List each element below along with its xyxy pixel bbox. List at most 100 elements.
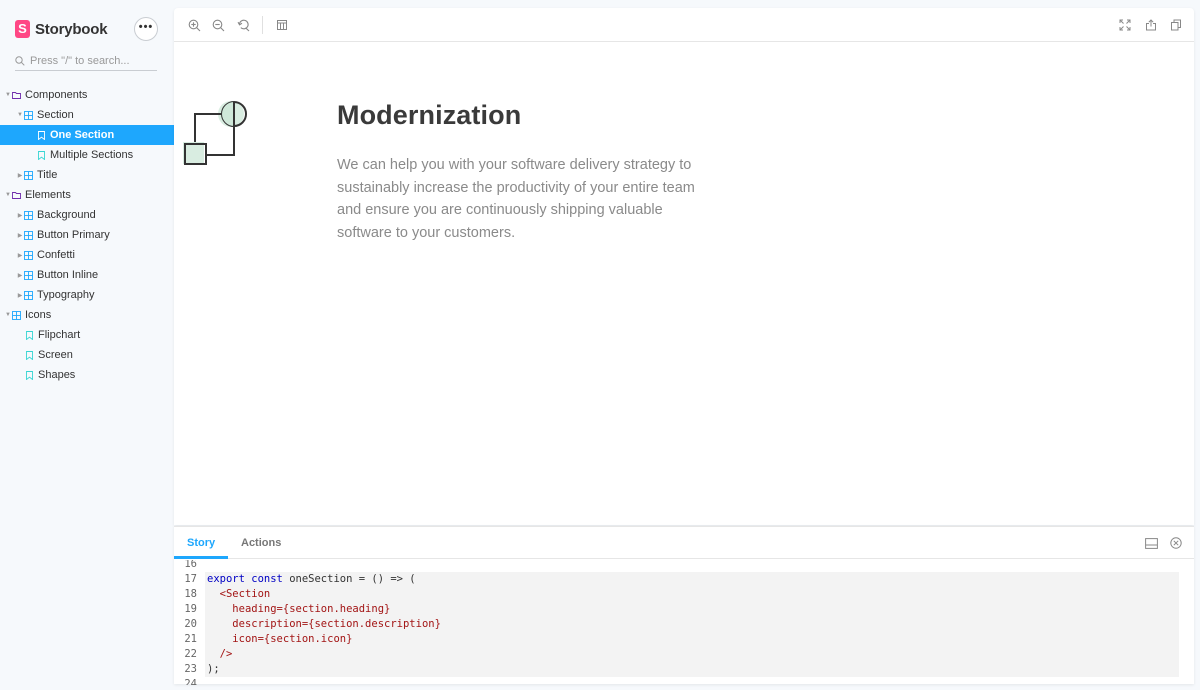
tree-label: One Section	[50, 129, 115, 141]
tree-label: Typography	[37, 289, 95, 301]
tree-story-shapes[interactable]: Shapes	[0, 365, 174, 385]
tab-actions[interactable]: Actions	[228, 527, 294, 559]
search-box[interactable]	[15, 52, 157, 71]
zoom-in-icon[interactable]	[186, 17, 202, 33]
code-line: 21 icon={section.icon}	[174, 632, 441, 647]
line-number: 20	[184, 618, 197, 630]
caret-right-icon: ▶	[17, 252, 23, 259]
sidebar-menu-button[interactable]: •••	[134, 17, 158, 41]
code-line: 17 export const oneSection = () => (	[174, 572, 441, 587]
more-dots-icon: •••	[138, 21, 154, 33]
code-attr: icon={section.icon}	[232, 633, 353, 645]
reset-zoom-icon[interactable]	[235, 17, 251, 33]
tree-label: Button Inline	[37, 269, 99, 281]
copy-link-icon[interactable]	[1168, 17, 1184, 33]
open-new-tab-icon[interactable]	[1143, 17, 1159, 33]
tree-component-background[interactable]: ▶ Background	[0, 205, 174, 225]
tree-component-section[interactable]: ▼ Section	[0, 105, 174, 125]
caret-right-icon: ▶	[17, 232, 23, 239]
code-line: 19 heading={section.heading}	[174, 602, 441, 617]
sidebar: S Storybook ••• ▼ Components ▼ Section	[0, 0, 174, 690]
folder-icon	[12, 191, 21, 200]
tree-label: Background	[37, 209, 96, 221]
line-number: 23	[184, 663, 197, 675]
folder-icon	[12, 91, 21, 100]
caret-right-icon: ▶	[17, 172, 23, 179]
code-line: 16	[174, 560, 441, 572]
code-attr: description={section.description}	[232, 618, 441, 630]
caret-right-icon: ▶	[17, 212, 23, 219]
section-description: We can help you with your software deliv…	[337, 157, 695, 241]
code-line: 24	[174, 677, 441, 685]
tree-label: Components	[25, 89, 88, 101]
line-number: 24	[184, 678, 197, 685]
caret-down-icon: ▼	[5, 92, 11, 98]
tab-story[interactable]: Story	[174, 527, 229, 559]
tree-story-screen[interactable]: Screen	[0, 345, 174, 365]
code-keyword: export const	[207, 573, 290, 585]
storybook-brand[interactable]: S Storybook	[15, 19, 108, 39]
preview-panel: Modernization We can help you with your …	[174, 8, 1194, 525]
preview-toolbar	[174, 8, 1194, 42]
story-source-code: 16 17 export const oneSection = () => ( 1…	[174, 560, 1194, 685]
addons-panel: Story Actions 16 17 export const oneSecti…	[174, 526, 1194, 685]
tree-label: Shapes	[38, 369, 76, 381]
tree-story-multiple-sections[interactable]: Multiple Sections	[0, 145, 174, 165]
code-block: 16 17 export const oneSection = () => ( 1…	[174, 560, 441, 685]
zoom-out-icon[interactable]	[210, 17, 226, 33]
tree-label: Title	[37, 169, 58, 181]
tree-component-confetti[interactable]: ▶ Confetti	[0, 245, 174, 265]
bookmark-icon	[25, 330, 34, 340]
code-line: 22 />	[174, 647, 441, 662]
addons-tabs: Story Actions	[174, 527, 1194, 559]
component-icon	[24, 170, 33, 180]
line-number: 16	[184, 560, 197, 570]
line-number: 21	[184, 633, 197, 645]
storybook-logo-icon: S	[15, 20, 30, 38]
tree-label: Button Primary	[37, 229, 110, 241]
code-tag: <Section	[219, 588, 271, 600]
search-input[interactable]	[30, 55, 150, 67]
story-canvas: Modernization We can help you with your …	[174, 42, 1194, 525]
brand-name: Storybook	[35, 20, 108, 38]
tree-story-flipchart[interactable]: Flipchart	[0, 325, 174, 345]
code-line: 23);	[174, 662, 441, 677]
code-text: );	[207, 663, 220, 675]
caret-right-icon: ▶	[17, 292, 23, 299]
bookmark-icon	[37, 130, 46, 140]
tree-component-button-inline[interactable]: ▶ Button Inline	[0, 265, 174, 285]
tree-component-icons[interactable]: ▼ Icons	[0, 305, 174, 325]
background-grid-icon[interactable]	[274, 17, 290, 33]
tree-group-elements[interactable]: ▼ Elements	[0, 185, 174, 205]
tree-label: Confetti	[37, 249, 75, 261]
tree-label: Icons	[25, 309, 52, 321]
caret-right-icon: ▶	[17, 272, 23, 279]
tree-component-button-primary[interactable]: ▶ Button Primary	[0, 225, 174, 245]
line-number: 18	[184, 588, 197, 600]
code-line: 18 <Section	[174, 587, 441, 602]
tree-label: Section	[37, 109, 74, 121]
panel-position-icon[interactable]	[1144, 536, 1158, 550]
tree-component-typography[interactable]: ▶ Typography	[0, 285, 174, 305]
code-line: 20 description={section.description}	[174, 617, 441, 632]
tree-group-components[interactable]: ▼ Components	[0, 85, 174, 105]
fullscreen-icon[interactable]	[1117, 17, 1133, 33]
tree-component-title[interactable]: ▶ Title	[0, 165, 174, 185]
line-number: 19	[184, 603, 197, 615]
toolbar-divider	[262, 16, 263, 34]
search-icon	[15, 56, 25, 66]
flipchart-icon	[183, 101, 247, 165]
tree-story-one-section[interactable]: One Section	[0, 125, 174, 145]
tree-label: Multiple Sections	[50, 149, 134, 161]
caret-down-icon: ▼	[5, 312, 11, 318]
component-icon	[24, 290, 33, 300]
close-panel-icon[interactable]	[1169, 536, 1183, 550]
tree-label: Elements	[25, 189, 71, 201]
component-icon	[24, 110, 33, 120]
bookmark-icon	[25, 350, 34, 360]
caret-down-icon: ▼	[17, 112, 23, 118]
